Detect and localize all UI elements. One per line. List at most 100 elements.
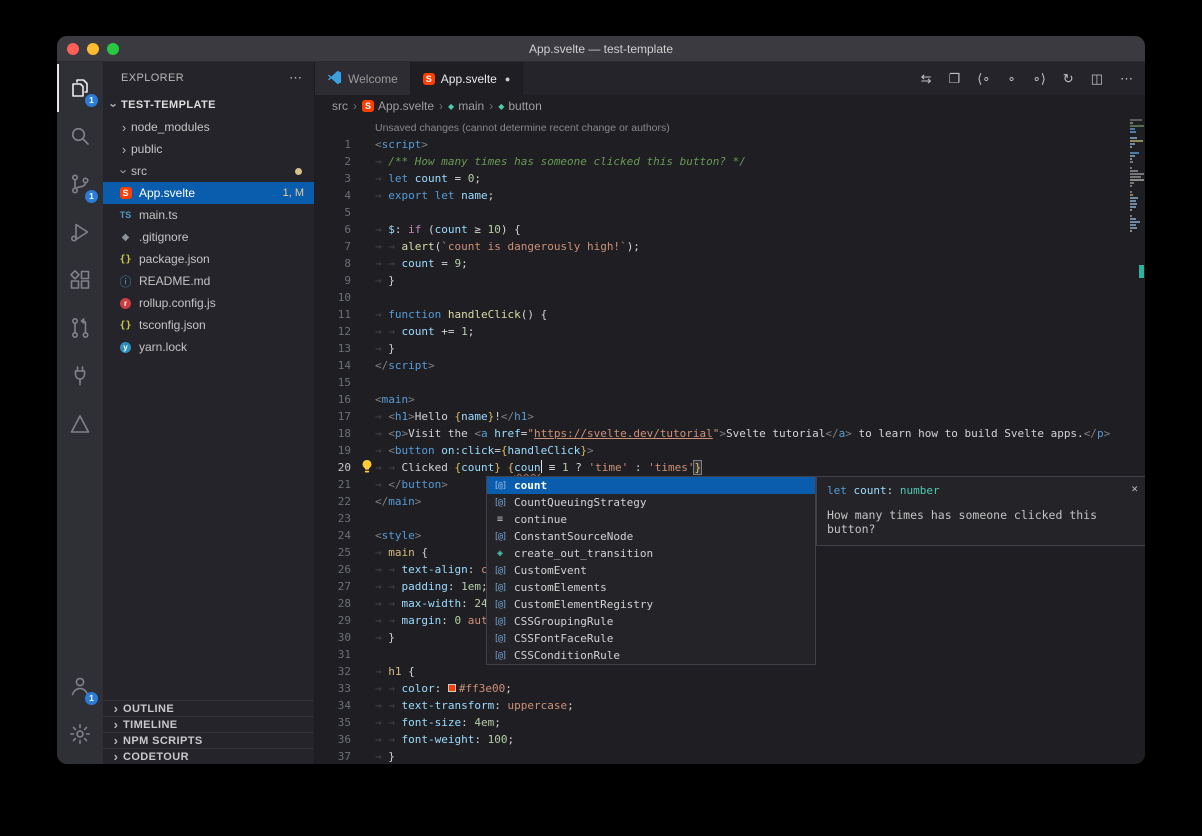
code-line-32[interactable]: → h1 { [375, 663, 1129, 680]
tree-item-rollup-config-js[interactable]: rrollup.config.js [103, 292, 314, 314]
suggest-item-continue[interactable]: ≡continue [487, 511, 815, 528]
symbol-variable-icon: [@] [492, 583, 508, 593]
suggest-item-customevent[interactable]: [@]CustomEvent [487, 562, 815, 579]
tree-item-package-json[interactable]: {}package.json [103, 248, 314, 270]
activity-remote-explorer-icon[interactable] [57, 352, 103, 400]
section-npm-scripts[interactable]: ›NPM SCRIPTS [103, 732, 314, 748]
more-actions-icon[interactable]: ⋯ [1120, 71, 1133, 87]
previous-change-icon[interactable]: ⟨∘ [977, 71, 990, 87]
activity-source-control-icon[interactable]: 1 [57, 160, 103, 208]
code-line-17[interactable]: → <h1>Hello {name}!</h1> [375, 408, 1129, 425]
timeline-icon[interactable]: ↻ [1063, 71, 1074, 87]
suggest-item-count[interactable]: [@]count [487, 477, 815, 494]
tab-dirty-indicator[interactable]: ● [505, 74, 510, 84]
sidebar-bottom-sections: ›OUTLINE›TIMELINE›NPM SCRIPTS›CODETOUR [103, 700, 314, 764]
activity-azure-icon[interactable] [57, 400, 103, 448]
code-line-14[interactable]: </script> [375, 357, 1129, 374]
tab-welcome[interactable]: Welcome [315, 62, 411, 95]
code-line-7[interactable]: → → alert(`count is dangerously high!`); [375, 238, 1129, 255]
title-bar[interactable]: App.svelte — test-template [57, 36, 1145, 62]
activity-search-icon[interactable] [57, 112, 103, 160]
tree-item-node-modules[interactable]: ›node_modules [103, 116, 314, 138]
suggest-item-cssconditionrule[interactable]: [@]CSSConditionRule [487, 647, 815, 664]
code-line-2[interactable]: → /** How many times has someone clicked… [375, 153, 1129, 170]
code-line-6[interactable]: → $: if (count ≥ 10) { [375, 221, 1129, 238]
next-change-icon[interactable]: ∘⟩ [1033, 71, 1046, 87]
code-line-34[interactable]: → → text-transform: uppercase; [375, 697, 1129, 714]
code-line-10[interactable] [375, 289, 1129, 306]
code-line-1[interactable]: <script> [375, 136, 1129, 153]
code-line-16[interactable]: <main> [375, 391, 1129, 408]
line-number: 13 [315, 340, 351, 357]
compare-changes-icon[interactable]: ⇆ [921, 71, 932, 87]
tree-item-public[interactable]: ›public [103, 138, 314, 160]
code-line-33[interactable]: → → color: #ff3e00; [375, 680, 1129, 697]
breadcrumb-app-svelte[interactable]: SApp.svelte [362, 99, 434, 113]
code-line-13[interactable]: → } [375, 340, 1129, 357]
svelte-icon: S [423, 73, 435, 85]
zoom-window-button[interactable] [107, 43, 119, 55]
code-line-20[interactable]: → → Clicked {count} {coun ≡ 1 ? 'time' :… [375, 459, 1129, 476]
suggest-item-create-out-transition[interactable]: ◈create_out_transition [487, 545, 815, 562]
code-line-5[interactable] [375, 204, 1129, 221]
section-outline[interactable]: ›OUTLINE [103, 700, 314, 716]
close-icon[interactable]: ✕ [1131, 482, 1138, 495]
tab-app-svelte[interactable]: SApp.svelte● [411, 62, 523, 95]
code-line-18[interactable]: → <p>Visit the <a href="https://svelte.d… [375, 425, 1129, 442]
activity-accounts-icon[interactable]: 1 [57, 662, 103, 710]
json-icon: {} [119, 320, 131, 331]
breadcrumb-main[interactable]: ◆main [448, 99, 484, 113]
project-section-header[interactable]: › TEST-TEMPLATE [103, 94, 314, 116]
suggest-item-customelementregistry[interactable]: [@]CustomElementRegistry [487, 596, 815, 613]
suggest-item-countqueuingstrategy[interactable]: [@]CountQueuingStrategy [487, 494, 815, 511]
activity-github-pull-requests-icon[interactable] [57, 304, 103, 352]
tree-item-app-svelte[interactable]: SApp.svelte1, M [103, 182, 314, 204]
tree-item-readme-md[interactable]: ⓘREADME.md [103, 270, 314, 292]
minimap-line [1130, 167, 1132, 169]
tree-item-label: node_modules [131, 120, 210, 134]
minimap[interactable] [1130, 119, 1145, 233]
suggest-item-customelements[interactable]: [@]customElements [487, 579, 815, 596]
code-line-15[interactable] [375, 374, 1129, 391]
code-line-11[interactable]: → function handleClick() { [375, 306, 1129, 323]
minimize-window-button[interactable] [87, 43, 99, 55]
more-actions-icon[interactable]: ⋯ [289, 70, 302, 86]
code-line-3[interactable]: → let count = 0; [375, 170, 1129, 187]
section-timeline[interactable]: ›TIMELINE [103, 716, 314, 732]
breadcrumb-button[interactable]: ◆button [498, 99, 542, 113]
lightbulb-icon[interactable] [360, 459, 374, 474]
code-line-19[interactable]: → <button on:click={handleClick}> [375, 442, 1129, 459]
line-number: 2 [315, 153, 351, 170]
code-line-36[interactable]: → → font-weight: 100; [375, 731, 1129, 748]
tree-item-src[interactable]: ›src [103, 160, 314, 182]
minimap-line [1130, 197, 1138, 199]
open-preview-icon[interactable]: ❐ [949, 71, 961, 87]
tree-item-main-ts[interactable]: TSmain.ts [103, 204, 314, 226]
tree-item-gitignore[interactable]: ◆.gitignore [103, 226, 314, 248]
code-editor[interactable]: 1234567891011121314151617181920212223242… [315, 117, 1145, 764]
activity-explorer-icon[interactable]: 1 [57, 64, 103, 112]
suggest-item-constantsourcenode[interactable]: [@]ConstantSourceNode [487, 528, 815, 545]
activity-run-debug-icon[interactable] [57, 208, 103, 256]
tree-item-tsconfig-json[interactable]: {}tsconfig.json [103, 314, 314, 336]
code-line-37[interactable]: → } [375, 748, 1129, 764]
open-changes-icon[interactable]: ∘ [1007, 71, 1015, 87]
code-line-9[interactable]: → } [375, 272, 1129, 289]
codelens-annotation[interactable]: Unsaved changes (cannot determine recent… [375, 119, 1129, 136]
tree-item-yarn-lock[interactable]: yyarn.lock [103, 336, 314, 358]
minimap-line [1130, 140, 1143, 142]
suggest-item-cssgroupingrule[interactable]: [@]CSSGroupingRule [487, 613, 815, 630]
section-codetour[interactable]: ›CODETOUR [103, 748, 314, 764]
code-line-35[interactable]: → → font-size: 4em; [375, 714, 1129, 731]
breadcrumb-src[interactable]: src [332, 99, 348, 113]
activity-extensions-icon[interactable] [57, 256, 103, 304]
breadcrumb-label: App.svelte [378, 99, 434, 113]
vscode-window: App.svelte — test-template 11 1 EXPLORER… [57, 36, 1145, 764]
split-editor-icon[interactable]: ◫ [1091, 71, 1103, 87]
activity-settings-icon[interactable] [57, 710, 103, 758]
code-line-8[interactable]: → → count = 9; [375, 255, 1129, 272]
suggest-item-cssfontfacerule[interactable]: [@]CSSFontFaceRule [487, 630, 815, 647]
code-line-4[interactable]: → export let name; [375, 187, 1129, 204]
close-window-button[interactable] [67, 43, 79, 55]
code-line-12[interactable]: → → count += 1; [375, 323, 1129, 340]
